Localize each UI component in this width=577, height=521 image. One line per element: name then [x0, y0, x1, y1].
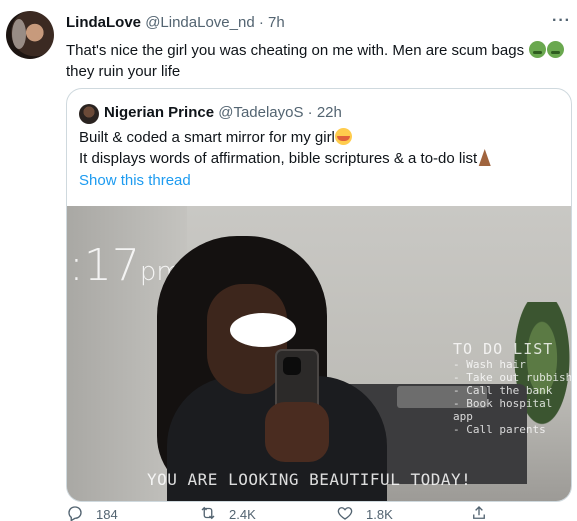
- tweet-text-line1: That's nice the girl you was cheating on…: [66, 42, 525, 59]
- tweet-time[interactable]: 7h: [268, 14, 285, 31]
- separator-dot: ·: [307, 104, 313, 121]
- like-count: 1.8K: [366, 507, 393, 521]
- nauseated-face-icon: [547, 41, 565, 58]
- mirror-affirmation: YOU ARE LOOKING BEAUTIFUL TODAY!: [147, 470, 472, 489]
- phone-camera: [283, 357, 301, 375]
- like-icon: [336, 504, 354, 521]
- author-name[interactable]: LindaLove: [66, 14, 141, 31]
- show-thread-link[interactable]: Show this thread: [79, 172, 191, 189]
- reply-button[interactable]: 184: [66, 504, 118, 521]
- face-blur: [230, 313, 296, 347]
- photo-hand: [265, 402, 329, 462]
- share-button[interactable]: [470, 504, 488, 521]
- tweet-text: That's nice the girl you was cheating on…: [66, 40, 571, 82]
- quoted-text-line1: Built & coded a smart mirror for my girl: [79, 129, 335, 146]
- smiling-face-icon: [334, 128, 352, 145]
- todo-item: - Book hospital app: [453, 397, 553, 423]
- avatar[interactable]: [6, 11, 54, 59]
- quoted-author-name[interactable]: Nigerian Prince: [104, 104, 214, 121]
- share-icon: [470, 504, 488, 521]
- quoted-time[interactable]: 22h: [317, 104, 342, 121]
- todo-item: - Wash hair: [453, 358, 526, 371]
- action-bar: 184 2.4K 1.8K: [66, 504, 496, 521]
- like-button[interactable]: 1.8K: [336, 504, 393, 521]
- quoted-text-line2: It displays words of affirmation, bible …: [79, 150, 478, 167]
- tweet-text-line2: they ruin your life: [66, 63, 181, 80]
- tweet[interactable]: LindaLove @LindaLove_nd · 7h ··· That's …: [0, 0, 577, 521]
- retweet-icon: [199, 504, 217, 521]
- quoted-header: Nigerian Prince @TadelayoS · 22h: [104, 104, 342, 121]
- tweet-header: LindaLove @LindaLove_nd · 7h: [66, 14, 567, 34]
- tweet-photo[interactable]: :17pm TO DO LIST - Wash hair - Take out …: [67, 206, 572, 501]
- separator-dot: ·: [258, 14, 264, 31]
- quoted-avatar[interactable]: [79, 104, 99, 124]
- quoted-author-handle[interactable]: @TadelayoS: [218, 104, 303, 121]
- todo-item: - Call parents: [453, 423, 546, 436]
- quoted-text: Built & coded a smart mirror for my girl…: [79, 127, 559, 169]
- more-icon[interactable]: ···: [552, 12, 571, 30]
- quoted-tweet[interactable]: Nigerian Prince @TadelayoS · 22h Built &…: [66, 88, 572, 502]
- todo-item: - Call the bank: [453, 384, 553, 397]
- retweet-count: 2.4K: [229, 507, 256, 521]
- nauseated-face-icon: [529, 41, 547, 58]
- todo-item: - Take out rubbish: [453, 371, 572, 384]
- reply-icon: [66, 504, 84, 521]
- folded-hands-icon: [478, 149, 491, 166]
- retweet-button[interactable]: 2.4K: [199, 504, 256, 521]
- mirror-todo-list: TO DO LIST - Wash hair - Take out rubbis…: [453, 340, 572, 436]
- todo-title: TO DO LIST: [453, 340, 554, 358]
- author-handle[interactable]: @LindaLove_nd: [145, 14, 254, 31]
- avatar-shine: [12, 19, 26, 49]
- clock-time: :17: [69, 240, 140, 291]
- reply-count: 184: [96, 507, 118, 521]
